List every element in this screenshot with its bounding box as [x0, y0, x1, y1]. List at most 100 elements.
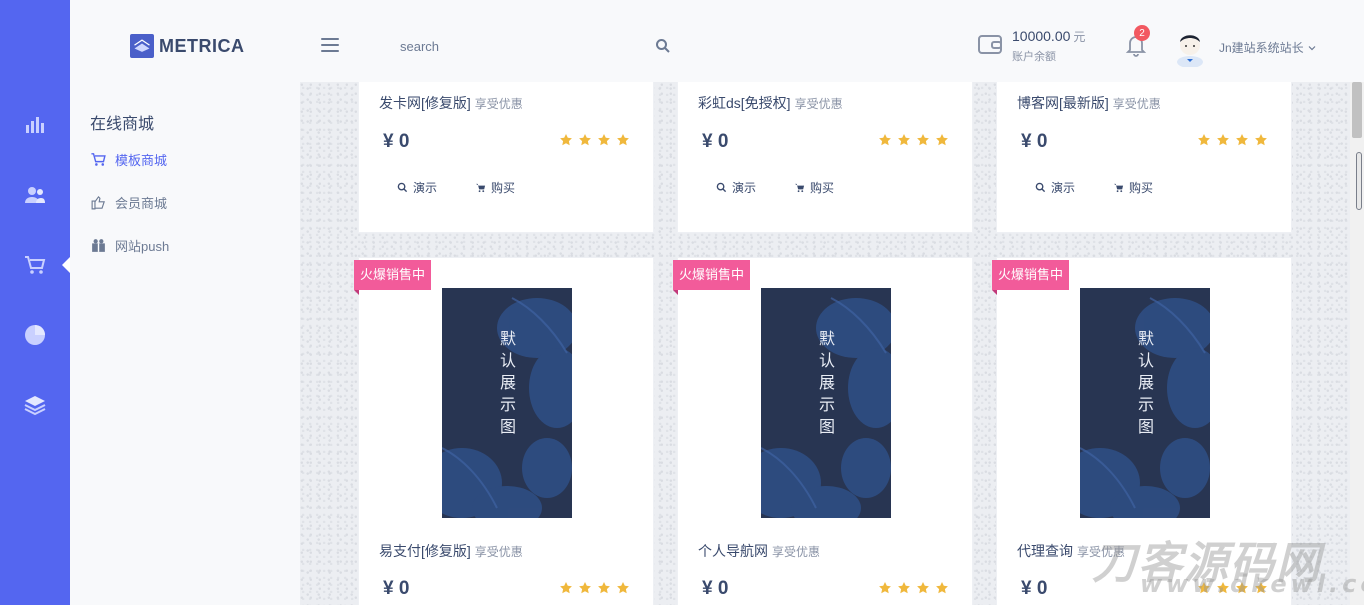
star-icon [579, 134, 591, 146]
brand-logo[interactable]: METRICA [130, 34, 245, 58]
product-price: ¥ 0 [1021, 578, 1048, 599]
product-card[interactable]: 博客网[最新版] 享受优惠 ¥ 0 演示 购买 [996, 82, 1292, 233]
pie-chart-icon [25, 325, 45, 345]
discount-tag: 享受优惠 [794, 97, 843, 111]
discount-tag: 享受优惠 [474, 545, 523, 559]
user-name: Jn建站系统站长 [1219, 41, 1304, 55]
star-icon [936, 134, 948, 146]
rail-shop[interactable] [0, 245, 70, 285]
product-price: ¥ 0 [383, 131, 410, 152]
cover-title: 默认展示图 [499, 329, 516, 436]
chevron-down-icon [1308, 45, 1316, 50]
product-price: ¥ 0 [1021, 131, 1048, 152]
cart-icon [25, 256, 46, 274]
star-icon [879, 582, 891, 594]
rating-stars [878, 581, 949, 595]
rating-stars [559, 581, 630, 595]
star-icon [917, 134, 929, 146]
product-price: ¥ 0 [702, 578, 729, 599]
product-title: 博客网[最新版] 享受优惠 [1017, 95, 1161, 111]
scrollbar[interactable] [1350, 82, 1364, 605]
star-icon [560, 134, 572, 146]
rail-users[interactable] [0, 175, 70, 215]
search-input[interactable] [400, 32, 640, 60]
watermark-url: www.dkewl.com [1140, 570, 1364, 598]
product-cover-image: 默认展示图 [442, 288, 572, 518]
rail-layers[interactable] [0, 385, 70, 425]
star-icon [617, 134, 629, 146]
product-card[interactable]: 彩虹ds[免授权] 享受优惠 ¥ 0 演示 购买 [677, 82, 973, 233]
demo-button[interactable]: 演示 [397, 179, 437, 196]
star-icon [560, 582, 572, 594]
submenu-title: 在线商城 [90, 116, 155, 133]
search-icon[interactable] [655, 38, 671, 54]
balance-currency: 元 [1073, 30, 1086, 44]
users-icon [25, 187, 45, 203]
demo-button[interactable]: 演示 [1035, 179, 1075, 196]
buy-button[interactable]: 购买 [1113, 179, 1153, 196]
top-bar [70, 0, 1364, 82]
star-icon [598, 582, 610, 594]
card-actions: 演示 购买 [397, 179, 515, 196]
brand-name: METRICA [159, 35, 245, 56]
menu-toggle-icon[interactable] [321, 36, 339, 54]
star-icon [898, 134, 910, 146]
submenu-item-label: 模板商城 [115, 153, 168, 168]
cover-title: 默认展示图 [1137, 329, 1154, 436]
star-icon [898, 582, 910, 594]
balance-label: 账户余额 [1012, 51, 1056, 63]
star-icon [1236, 134, 1248, 146]
star-icon [617, 582, 629, 594]
discount-tag: 享受优惠 [772, 545, 821, 559]
search-icon [397, 182, 408, 193]
demo-button[interactable]: 演示 [716, 179, 756, 196]
scroll-indicator [1356, 152, 1362, 210]
card-actions: 演示 购买 [1035, 179, 1153, 196]
rail-reports[interactable] [0, 315, 70, 355]
product-cover-image: 默认展示图 [761, 288, 891, 518]
star-icon [1255, 134, 1267, 146]
star-icon [917, 582, 929, 594]
product-card[interactable]: 火爆销售中 默认展示图 易支付[修复版] 享受优惠 ¥ 0 [354, 257, 654, 605]
hot-sale-ribbon: 火爆销售中 [673, 260, 751, 295]
cart-icon [794, 183, 805, 193]
product-card[interactable]: 火爆销售中 默认展示图 个人导航网 享受优惠 ¥ 0 [673, 257, 973, 605]
submenu-item-members[interactable]: 会员商城 [90, 193, 167, 212]
product-card[interactable]: 发卡网[修复版] 享受优惠 ¥ 0 演示 购买 [358, 82, 654, 233]
search-icon [1035, 182, 1046, 193]
logo-icon [130, 34, 154, 58]
product-cover-image: 默认展示图 [1080, 288, 1210, 518]
rating-stars [1197, 133, 1268, 147]
discount-tag: 享受优惠 [1112, 97, 1161, 111]
hot-sale-ribbon: 火爆销售中 [992, 260, 1070, 295]
star-icon [879, 134, 891, 146]
balance-amount: 10000.00 [1012, 28, 1071, 44]
star-icon [936, 582, 948, 594]
analytics-icon [26, 117, 44, 133]
product-title: 易支付[修复版] 享受优惠 [379, 543, 523, 559]
search-box [400, 32, 675, 60]
thumbs-up-icon [91, 195, 105, 210]
product-price: ¥ 0 [383, 578, 410, 599]
submenu-item-templates[interactable]: 模板商城 [90, 150, 167, 169]
buy-button[interactable]: 购买 [475, 179, 515, 196]
notification-badge: 2 [1134, 25, 1150, 41]
search-icon [716, 182, 727, 193]
account-balance: 10000.00 元 账户余额 [1012, 28, 1085, 64]
gift-icon [92, 239, 105, 252]
product-title: 发卡网[修复版] 享受优惠 [379, 95, 523, 111]
buy-button[interactable]: 购买 [794, 179, 834, 196]
product-title: 个人导航网 享受优惠 [698, 543, 821, 559]
avatar[interactable] [1175, 27, 1205, 67]
scrollbar-thumb[interactable] [1352, 82, 1362, 138]
shop-submenu: 在线商城 模板商城 会员商城 网站push [70, 82, 300, 605]
star-icon [1217, 134, 1229, 146]
rail-analytics[interactable] [0, 104, 70, 144]
app-window: METRICA 10000.00元 账户余额 2 Jn建站系统站长 在线商城 模… [0, 0, 1364, 605]
wallet-icon [978, 35, 1002, 54]
submenu-item-push[interactable]: 网站push [90, 236, 169, 255]
cart-icon [91, 153, 106, 166]
user-menu[interactable]: Jn建站系统站长 [1219, 39, 1316, 56]
submenu-item-label: 会员商城 [115, 196, 168, 211]
discount-tag: 享受优惠 [474, 97, 523, 111]
